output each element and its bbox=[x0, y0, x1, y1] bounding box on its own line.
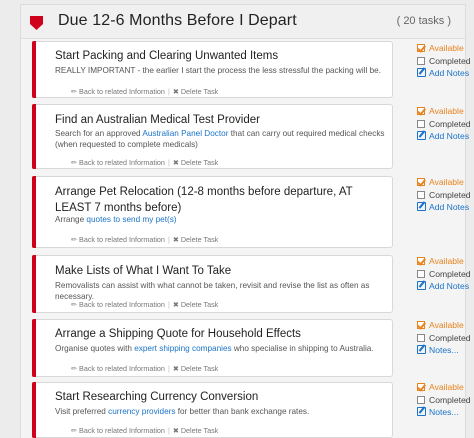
notes-link[interactable]: Notes... bbox=[429, 407, 459, 417]
task-links: ✏ Back to related Information | ✖ Delete T… bbox=[71, 426, 219, 435]
completed-checkbox[interactable] bbox=[417, 269, 425, 278]
x-icon: ✖ bbox=[172, 87, 179, 96]
pencil-icon: ✏ bbox=[71, 364, 78, 373]
add-notes-link[interactable]: Add Notes bbox=[429, 68, 469, 78]
task-status: Available Completed Add Notes bbox=[417, 105, 471, 143]
notes-link[interactable]: Notes... bbox=[429, 345, 459, 355]
task-card: Start Researching Currency Conversion Vi… bbox=[32, 382, 393, 438]
available-checkbox[interactable] bbox=[417, 44, 425, 52]
add-notes-link[interactable]: Add Notes bbox=[429, 281, 469, 291]
task-links: ✏ Back to related Information | ✖ Delete T… bbox=[71, 158, 219, 167]
section-title: Due 12-6 Months Before I Depart bbox=[58, 12, 297, 29]
task-links: ✏ Back to related Information | ✖ Delete T… bbox=[71, 300, 219, 309]
delete-task-link[interactable]: Delete Task bbox=[181, 235, 218, 244]
task-title[interactable]: Make Lists of What I Want To Take bbox=[55, 263, 375, 279]
pencil-icon: ✏ bbox=[71, 87, 78, 96]
add-notes-link[interactable]: Add Notes bbox=[429, 131, 469, 141]
completed-label: Completed bbox=[429, 189, 471, 200]
available-label: Available bbox=[429, 106, 464, 116]
task-description: Visit preferred currency providers for b… bbox=[55, 407, 310, 416]
available-label: Available bbox=[429, 382, 464, 392]
completed-checkbox[interactable] bbox=[417, 395, 425, 404]
edit-icon bbox=[417, 345, 426, 354]
delete-task-link[interactable]: Delete Task bbox=[181, 364, 218, 373]
task-links: ✏ Back to related Information | ✖ Delete T… bbox=[71, 87, 219, 96]
task-status: Available Completed Add Notes bbox=[417, 255, 471, 293]
task-status: Available Completed Notes... bbox=[417, 381, 471, 419]
delete-task-link[interactable]: Delete Task bbox=[181, 300, 218, 309]
task-card: Make Lists of What I Want To Take Remova… bbox=[32, 255, 393, 313]
task-title[interactable]: Find an Australian Medical Test Provider bbox=[55, 112, 375, 128]
delete-task-link[interactable]: Delete Task bbox=[181, 158, 218, 167]
pencil-icon: ✏ bbox=[71, 158, 78, 167]
completed-label: Completed bbox=[429, 268, 471, 279]
available-label: Available bbox=[429, 43, 464, 53]
task-links: ✏ Back to related Information | ✖ Delete T… bbox=[71, 235, 219, 244]
task-card: Start Packing and Clearing Unwanted Item… bbox=[32, 41, 393, 98]
completed-checkbox[interactable] bbox=[417, 333, 425, 342]
task-title[interactable]: Start Researching Currency Conversion bbox=[55, 389, 375, 405]
panel-doctor-link[interactable]: Australian Panel Doctor bbox=[142, 129, 228, 138]
back-to-info-link[interactable]: Back to related Information bbox=[79, 158, 165, 167]
edit-icon bbox=[417, 68, 426, 77]
x-icon: ✖ bbox=[172, 300, 179, 309]
task-title[interactable]: Start Packing and Clearing Unwanted Item… bbox=[55, 48, 375, 64]
task-description: Arrange quotes to send my pet(s) bbox=[55, 215, 177, 224]
back-to-info-link[interactable]: Back to related Information bbox=[79, 235, 165, 244]
flag-icon bbox=[30, 16, 43, 30]
task-description: Search for an approved Australian Panel … bbox=[55, 129, 385, 149]
available-label: Available bbox=[429, 256, 464, 266]
x-icon: ✖ bbox=[172, 158, 179, 167]
available-label: Available bbox=[429, 177, 464, 187]
shipping-companies-link[interactable]: expert shipping companies bbox=[134, 344, 231, 353]
task-description: REALLY IMPORTANT - the earlier I start t… bbox=[55, 66, 381, 75]
x-icon: ✖ bbox=[172, 235, 179, 244]
available-checkbox[interactable] bbox=[417, 178, 425, 186]
task-title[interactable]: Arrange Pet Relocation (12-8 months befo… bbox=[55, 184, 375, 216]
edit-icon bbox=[417, 407, 426, 416]
available-checkbox[interactable] bbox=[417, 257, 425, 265]
delete-task-link[interactable]: Delete Task bbox=[181, 87, 218, 96]
delete-task-link[interactable]: Delete Task bbox=[181, 426, 218, 435]
task-section: Due 12-6 Months Before I Depart ( 20 tas… bbox=[20, 4, 471, 438]
back-to-info-link[interactable]: Back to related Information bbox=[79, 300, 165, 309]
edit-icon bbox=[417, 281, 426, 290]
task-description: Removalists can assist with what cannot … bbox=[55, 281, 370, 301]
x-icon: ✖ bbox=[172, 426, 179, 435]
section-header[interactable]: Due 12-6 Months Before I Depart ( 20 tas… bbox=[21, 5, 465, 39]
completed-label: Completed bbox=[429, 332, 471, 343]
available-checkbox[interactable] bbox=[417, 107, 425, 115]
x-icon: ✖ bbox=[172, 364, 179, 373]
currency-providers-link[interactable]: currency providers bbox=[108, 407, 175, 416]
completed-label: Completed bbox=[429, 394, 471, 405]
task-card: Find an Australian Medical Test Provider… bbox=[32, 104, 393, 169]
completed-checkbox[interactable] bbox=[417, 119, 425, 128]
back-to-info-link[interactable]: Back to related Information bbox=[79, 426, 165, 435]
pencil-icon: ✏ bbox=[71, 300, 78, 309]
edit-icon bbox=[417, 131, 426, 140]
pencil-icon: ✏ bbox=[71, 426, 78, 435]
pet-quotes-link[interactable]: quotes to send my pet(s) bbox=[86, 215, 176, 224]
task-description: Organise quotes with expert shipping com… bbox=[55, 344, 374, 353]
back-to-info-link[interactable]: Back to related Information bbox=[79, 364, 165, 373]
completed-label: Completed bbox=[429, 55, 471, 66]
task-status: Available Completed Add Notes bbox=[417, 176, 471, 214]
completed-label: Completed bbox=[429, 118, 471, 129]
available-label: Available bbox=[429, 320, 464, 330]
pencil-icon: ✏ bbox=[71, 235, 78, 244]
add-notes-link[interactable]: Add Notes bbox=[429, 202, 469, 212]
task-count: ( 20 tasks ) bbox=[396, 15, 451, 27]
completed-checkbox[interactable] bbox=[417, 190, 425, 199]
back-to-info-link[interactable]: Back to related Information bbox=[79, 87, 165, 96]
available-checkbox[interactable] bbox=[417, 383, 425, 391]
task-title[interactable]: Arrange a Shipping Quote for Household E… bbox=[55, 326, 375, 342]
completed-checkbox[interactable] bbox=[417, 56, 425, 65]
task-links: ✏ Back to related Information | ✖ Delete T… bbox=[71, 364, 219, 373]
task-status: Available Completed Add Notes bbox=[417, 42, 471, 80]
task-status: Available Completed Notes... bbox=[417, 319, 471, 357]
available-checkbox[interactable] bbox=[417, 321, 425, 329]
edit-icon bbox=[417, 202, 426, 211]
task-card: Arrange a Shipping Quote for Household E… bbox=[32, 319, 393, 377]
task-card: Arrange Pet Relocation (12-8 months befo… bbox=[32, 176, 393, 248]
